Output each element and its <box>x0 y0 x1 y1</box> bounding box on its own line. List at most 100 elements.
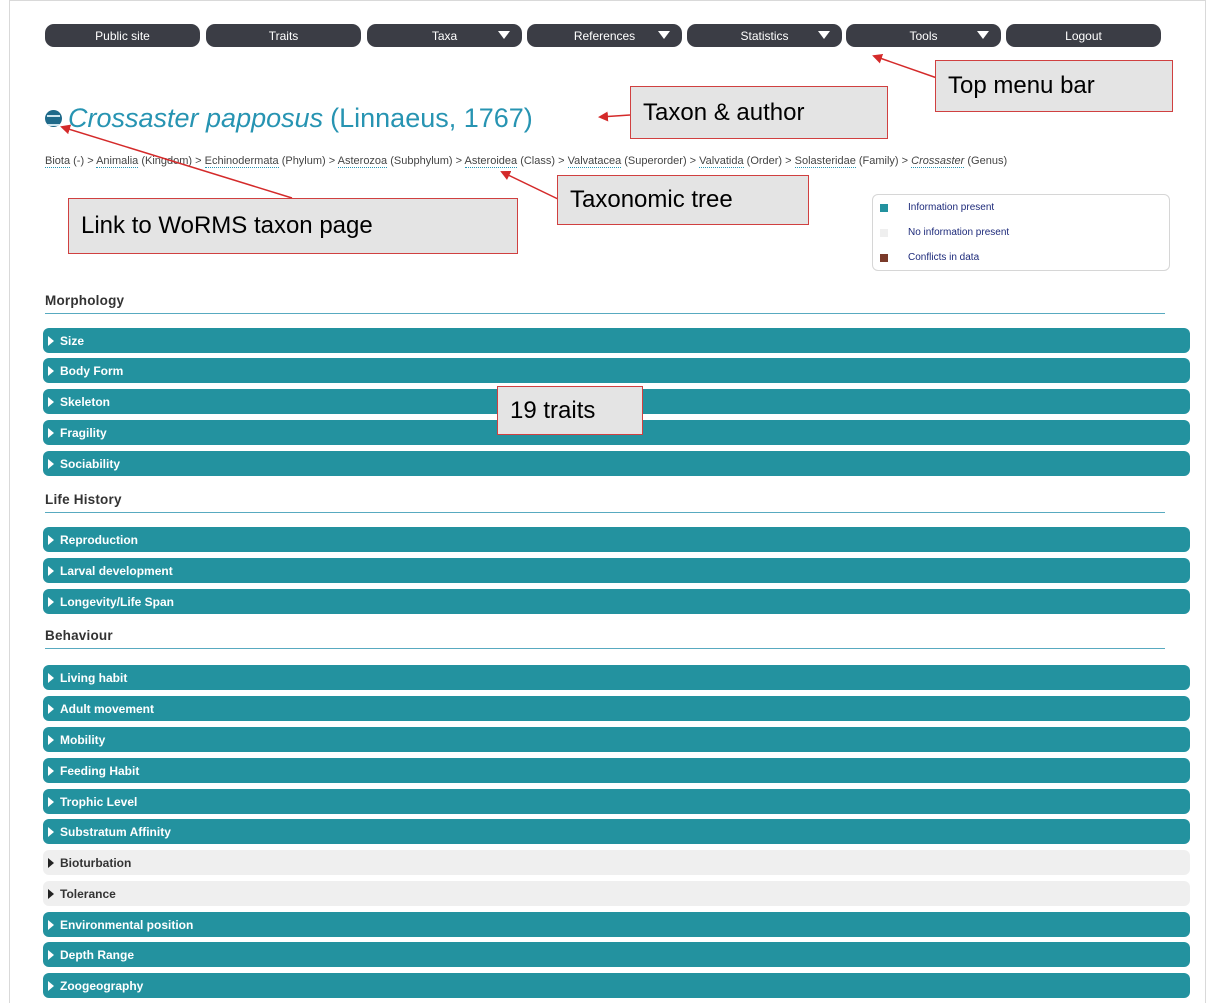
taxon-name: Crossaster papposus <box>68 102 324 133</box>
expand-arrow-icon <box>48 534 54 545</box>
trait-label: Fragility <box>60 425 107 440</box>
expand-arrow-icon <box>48 857 54 868</box>
trait-label: Tolerance <box>60 886 116 901</box>
trait-bioturbation[interactable]: Bioturbation <box>43 850 1190 875</box>
trait-feeding-habit[interactable]: Feeding Habit <box>43 758 1190 783</box>
expand-arrow-icon <box>48 980 54 991</box>
tree-rank: (Family) <box>858 155 899 167</box>
tree-rank: (Order) <box>746 155 783 167</box>
trait-label: Depth Range <box>60 947 135 962</box>
trait-body-form[interactable]: Body Form <box>43 358 1190 383</box>
trait-label: Bioturbation <box>60 855 132 870</box>
trait-living-habit[interactable]: Living habit <box>43 665 1190 690</box>
menu-taxa[interactable]: Taxa <box>367 24 522 47</box>
section-behaviour: Behaviour <box>45 628 1165 649</box>
expand-arrow-icon <box>48 458 54 469</box>
menu-label: Logout <box>1065 28 1102 43</box>
legend: Information present No information prese… <box>872 194 1170 271</box>
menu-label: Taxa <box>431 28 458 43</box>
expand-arrow-icon <box>48 734 54 745</box>
tree-link-biota[interactable]: Biota <box>45 155 71 168</box>
legend-swatch <box>880 228 888 237</box>
expand-arrow-icon <box>48 703 54 714</box>
dropdown-caret-icon <box>977 31 989 39</box>
tree-rank: (Superorder) <box>624 155 687 167</box>
dropdown-caret-icon <box>818 31 830 39</box>
section-morphology: Morphology <box>45 293 1165 314</box>
callout-worms-link: Link to WoRMS taxon page <box>68 198 518 254</box>
trait-label: Longevity/Life Span <box>60 594 175 609</box>
trait-label: Reproduction <box>60 532 138 547</box>
trait-sociability[interactable]: Sociability <box>43 451 1190 476</box>
tree-link-valvatacea[interactable]: Valvatacea <box>567 155 622 168</box>
menu-label: References <box>573 28 636 43</box>
tree-link-solasteridae[interactable]: Solasteridae <box>794 155 856 168</box>
expand-arrow-icon <box>48 765 54 776</box>
trait-mobility[interactable]: Mobility <box>43 727 1190 752</box>
tree-link-crossaster[interactable]: Crossaster <box>911 155 965 168</box>
trait-longevity[interactable]: Longevity/Life Span <box>43 589 1190 614</box>
menu-label: Statistics <box>740 28 789 43</box>
callout-taxon-author: Taxon & author <box>630 86 888 139</box>
legend-item: Information present <box>880 202 994 213</box>
trait-larval-development[interactable]: Larval development <box>43 558 1190 583</box>
expand-arrow-icon <box>48 365 54 376</box>
menu-logout[interactable]: Logout <box>1006 24 1161 47</box>
trait-label: Environmental position <box>60 917 194 932</box>
tree-link-animalia[interactable]: Animalia <box>96 155 139 168</box>
tree-rank: (Genus) <box>967 155 1008 167</box>
tree-rank: (Phylum) <box>281 155 326 167</box>
menu-label: Public site <box>95 28 150 43</box>
tree-link-asteroidea[interactable]: Asteroidea <box>464 155 518 168</box>
tree-link-asterozoa[interactable]: Asterozoa <box>337 155 388 168</box>
trait-label: Adult movement <box>60 701 155 716</box>
trait-label: Skeleton <box>60 394 111 409</box>
callout-taxonomic-tree: Taxonomic tree <box>557 175 809 225</box>
trait-label: Sociability <box>60 456 121 471</box>
callout-top-menu: Top menu bar <box>935 60 1173 112</box>
worms-globe-icon[interactable] <box>45 109 62 127</box>
trait-size[interactable]: Size <box>43 328 1190 353</box>
legend-label: Conflicts in data <box>908 252 980 263</box>
expand-arrow-icon <box>48 565 54 576</box>
expand-arrow-icon <box>48 672 54 683</box>
trait-substratum-affinity[interactable]: Substratum Affinity <box>43 819 1190 844</box>
tree-rank: (Kingdom) <box>141 155 193 167</box>
menu-traits[interactable]: Traits <box>206 24 361 47</box>
taxon-author: (Linnaeus, 1767) <box>330 102 533 133</box>
trait-depth-range[interactable]: Depth Range <box>43 942 1190 967</box>
legend-swatch <box>880 253 888 262</box>
trait-adult-movement[interactable]: Adult movement <box>43 696 1190 721</box>
legend-label: Information present <box>908 202 995 213</box>
expand-arrow-icon <box>48 949 54 960</box>
trait-tolerance[interactable]: Tolerance <box>43 881 1190 906</box>
trait-environmental-position[interactable]: Environmental position <box>43 912 1190 937</box>
tree-rank: (Class) <box>520 155 556 167</box>
trait-label: Substratum Affinity <box>60 824 171 839</box>
section-life-history: Life History <box>45 492 1165 513</box>
trait-label: Feeding Habit <box>60 763 140 778</box>
expand-arrow-icon <box>48 396 54 407</box>
menu-tools[interactable]: Tools <box>846 24 1001 47</box>
legend-swatch <box>880 203 888 212</box>
tree-rank: (-) <box>73 155 85 167</box>
expand-arrow-icon <box>48 796 54 807</box>
trait-trophic-level[interactable]: Trophic Level <box>43 789 1190 814</box>
trait-zoogeography[interactable]: Zoogeography <box>43 973 1190 998</box>
menu-references[interactable]: References <box>527 24 682 47</box>
expand-arrow-icon <box>48 919 54 930</box>
legend-item: No information present <box>880 227 1009 238</box>
trait-label: Larval development <box>60 563 173 578</box>
menu-statistics[interactable]: Statistics <box>687 24 842 47</box>
legend-item: Conflicts in data <box>880 252 979 263</box>
tree-link-valvatida[interactable]: Valvatida <box>699 155 744 168</box>
expand-arrow-icon <box>48 888 54 899</box>
expand-arrow-icon <box>48 596 54 607</box>
trait-reproduction[interactable]: Reproduction <box>43 527 1190 552</box>
tree-link-echinodermata[interactable]: Echinodermata <box>204 155 279 168</box>
trait-label: Zoogeography <box>60 978 144 993</box>
trait-label: Mobility <box>60 732 106 747</box>
menu-public-site[interactable]: Public site <box>45 24 200 47</box>
expand-arrow-icon <box>48 427 54 438</box>
dropdown-caret-icon <box>498 31 510 39</box>
